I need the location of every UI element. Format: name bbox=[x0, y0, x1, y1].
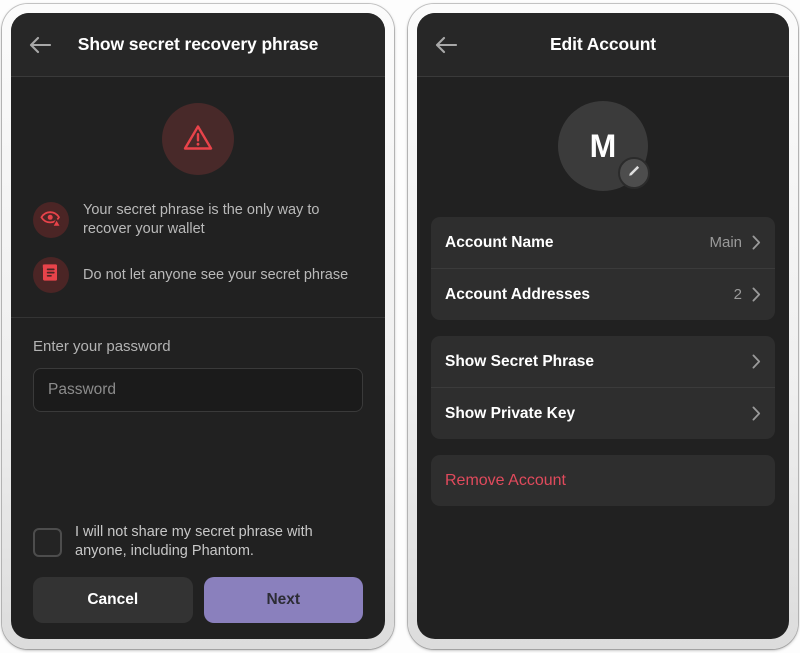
chevron-right-icon bbox=[752, 287, 761, 302]
warning-row: Do not let anyone see your secret phrase bbox=[33, 257, 363, 293]
device-frame-right: Edit Account M Account Name Main Account… bbox=[408, 4, 798, 649]
warning-badge bbox=[33, 202, 69, 238]
account-info-card: Account Name Main Account Addresses 2 bbox=[431, 217, 775, 320]
row-value: 2 bbox=[733, 286, 742, 303]
warning-triangle-icon bbox=[180, 119, 216, 160]
row-show-private-key[interactable]: Show Private Key bbox=[431, 387, 775, 439]
screen-edit-account: Edit Account M Account Name Main Account… bbox=[417, 13, 789, 639]
left-header: Show secret recovery phrase bbox=[11, 13, 385, 77]
password-form-section: Enter your password I will not share my … bbox=[11, 318, 385, 639]
hero-warning-container bbox=[33, 103, 363, 175]
password-field-label: Enter your password bbox=[33, 338, 171, 355]
warning-badge bbox=[33, 257, 69, 293]
action-button-row: Cancel Next bbox=[33, 577, 363, 639]
chevron-right-icon bbox=[752, 406, 761, 421]
chevron-right-icon bbox=[752, 235, 761, 250]
eye-warning-icon bbox=[40, 208, 62, 233]
row-label: Account Name bbox=[445, 233, 554, 251]
danger-card: Remove Account bbox=[431, 455, 775, 506]
row-label: Account Addresses bbox=[445, 285, 590, 303]
row-account-addresses[interactable]: Account Addresses 2 bbox=[431, 268, 775, 320]
row-show-secret-phrase[interactable]: Show Secret Phrase bbox=[431, 336, 775, 387]
left-page-title: Show secret recovery phrase bbox=[77, 34, 319, 54]
row-account-name[interactable]: Account Name Main bbox=[431, 217, 775, 268]
right-header: Edit Account bbox=[417, 13, 789, 77]
avatar[interactable]: M bbox=[558, 101, 650, 191]
chevron-right-icon bbox=[752, 354, 761, 369]
avatar-edit-button[interactable] bbox=[618, 157, 650, 189]
consent-row[interactable]: I will not share my secret phrase with a… bbox=[33, 523, 363, 561]
screenshot-stage: Show secret recovery phrase Your secret … bbox=[0, 0, 800, 653]
next-button[interactable]: Next bbox=[203, 577, 363, 623]
form-spacer bbox=[33, 412, 363, 523]
edit-account-body: M Account Name Main Account Addresses 2 … bbox=[417, 77, 789, 639]
row-value: Main bbox=[709, 234, 742, 251]
cancel-button[interactable]: Cancel bbox=[33, 577, 193, 623]
hero-circle bbox=[162, 103, 234, 175]
consent-checkbox[interactable] bbox=[33, 527, 62, 557]
right-page-title: Edit Account bbox=[549, 34, 657, 54]
warning-text: Do not let anyone see your secret phrase bbox=[83, 266, 349, 283]
warning-text: Your secret phrase is the only way to re… bbox=[83, 202, 320, 237]
row-label: Show Secret Phrase bbox=[445, 352, 595, 370]
document-warning-icon bbox=[41, 262, 61, 288]
pencil-icon bbox=[627, 164, 641, 183]
screen-show-secret-recovery-phrase: Show secret recovery phrase Your secret … bbox=[11, 13, 385, 639]
device-frame-left: Show secret recovery phrase Your secret … bbox=[2, 4, 394, 649]
row-remove-account[interactable]: Remove Account bbox=[431, 455, 775, 506]
warning-section: Your secret phrase is the only way to re… bbox=[11, 77, 385, 318]
secrets-card: Show Secret Phrase Show Private Key bbox=[431, 336, 775, 439]
arrow-left-icon bbox=[29, 36, 51, 54]
row-label: Remove Account bbox=[445, 471, 566, 489]
arrow-left-icon bbox=[435, 36, 457, 54]
password-input[interactable] bbox=[33, 368, 363, 412]
back-button[interactable] bbox=[25, 30, 55, 60]
row-label: Show Private Key bbox=[445, 404, 576, 422]
avatar-container: M bbox=[431, 101, 775, 191]
back-button[interactable] bbox=[431, 30, 461, 60]
warning-row: Your secret phrase is the only way to re… bbox=[33, 201, 363, 239]
consent-label: I will not share my secret phrase with a… bbox=[75, 524, 313, 559]
